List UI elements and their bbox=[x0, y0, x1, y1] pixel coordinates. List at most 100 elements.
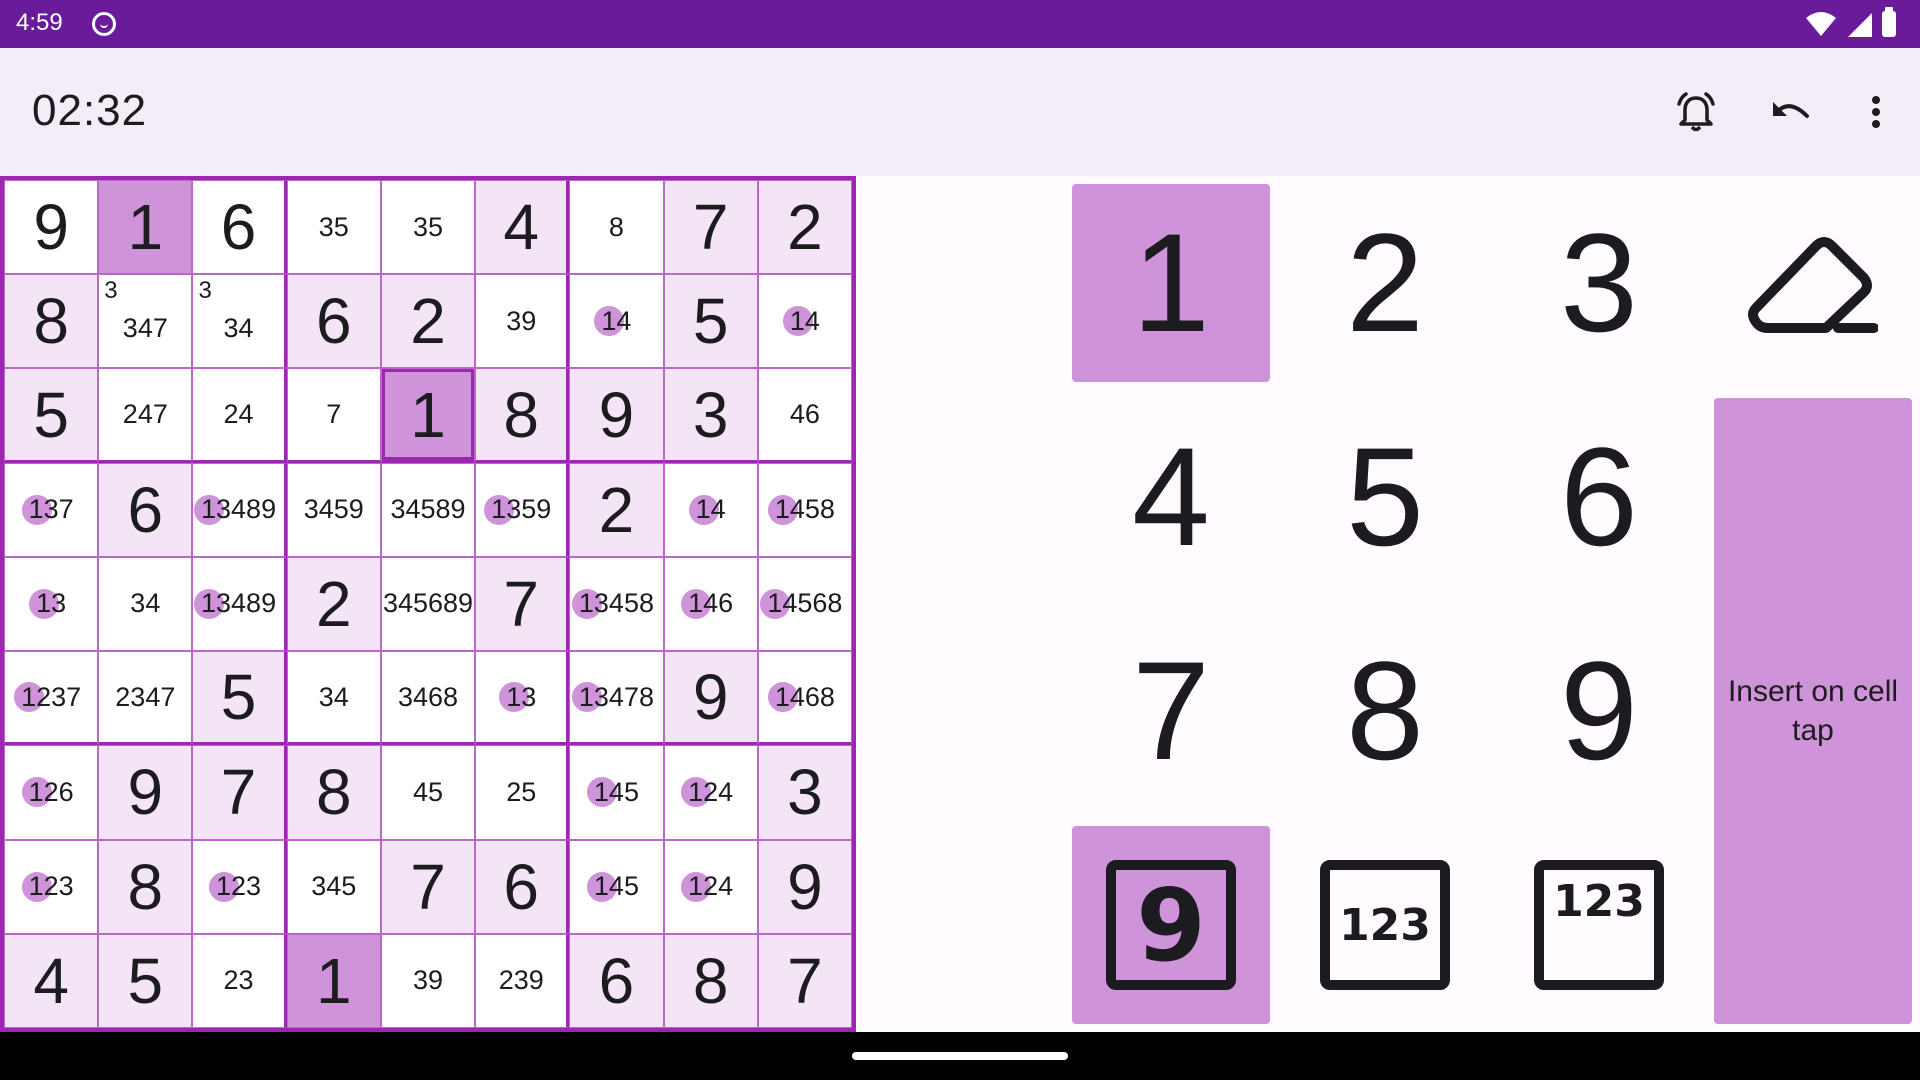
board-cell-r5c5[interactable]: 345689 bbox=[380, 556, 476, 652]
board-cell-r2c6[interactable]: 39 bbox=[475, 274, 570, 369]
board-cell-r3c7[interactable]: 9 bbox=[569, 368, 664, 463]
board-cell-r9c4[interactable]: 1 bbox=[286, 933, 381, 1028]
board-cell-r8c6[interactable]: 6 bbox=[475, 839, 570, 934]
board-cell-r1c2[interactable]: 1 bbox=[98, 180, 193, 275]
board-cell-r4c5[interactable]: 34589 bbox=[380, 462, 476, 557]
board-cell-r8c3[interactable]: 123 bbox=[192, 839, 287, 934]
board-cell-r5c2[interactable]: 34 bbox=[98, 556, 193, 652]
board-cell-r6c5[interactable]: 3468 bbox=[380, 651, 476, 746]
board-cell-r6c8[interactable]: 9 bbox=[663, 651, 758, 746]
board-cell-r7c3[interactable]: 7 bbox=[192, 745, 287, 840]
board-cell-r4c9[interactable]: 1458 bbox=[757, 462, 852, 557]
board-cell-r3c3[interactable]: 24 bbox=[192, 368, 287, 463]
board-cell-r5c9[interactable]: 14568 bbox=[757, 556, 852, 652]
insert-on-cell-tap-button[interactable]: Insert on cell tap bbox=[1714, 398, 1912, 1024]
board-cell-r8c8[interactable]: 124 bbox=[663, 839, 758, 934]
board-cell-r4c7[interactable]: 2 bbox=[569, 462, 664, 557]
board-cell-r7c6[interactable]: 25 bbox=[475, 745, 570, 840]
board-cell-r2c8[interactable]: 5 bbox=[663, 274, 758, 369]
more-options-button[interactable] bbox=[1850, 86, 1902, 138]
board-cell-r1c1[interactable]: 9 bbox=[4, 180, 99, 275]
board-cell-r1c3[interactable]: 6 bbox=[192, 180, 287, 275]
digit-2-button[interactable]: 2 bbox=[1286, 184, 1484, 382]
board-cell-r8c2[interactable]: 8 bbox=[98, 839, 193, 934]
board-cell-r9c2[interactable]: 5 bbox=[98, 933, 193, 1028]
cell-notes-text: 123 bbox=[28, 871, 74, 902]
board-cell-r9c7[interactable]: 6 bbox=[569, 933, 664, 1028]
board-cell-r1c8[interactable]: 7 bbox=[663, 180, 758, 275]
board-cell-r1c6[interactable]: 4 bbox=[475, 180, 570, 275]
digit-9-button[interactable]: 9 bbox=[1500, 612, 1698, 810]
board-cell-r3c9[interactable]: 46 bbox=[757, 368, 852, 463]
board-cell-r8c1[interactable]: 123 bbox=[4, 839, 99, 934]
board-cell-r7c7[interactable]: 145 bbox=[569, 745, 664, 840]
digit-6-button[interactable]: 6 bbox=[1500, 398, 1698, 596]
board-cell-r3c1[interactable]: 5 bbox=[4, 368, 99, 463]
board-cell-r6c4[interactable]: 34 bbox=[286, 651, 381, 746]
board-cell-r4c3[interactable]: 13489 bbox=[192, 462, 287, 557]
board-cell-r1c5[interactable]: 35 bbox=[380, 180, 476, 275]
board-cell-r3c8[interactable]: 3 bbox=[663, 368, 758, 463]
board-cell-r3c6[interactable]: 8 bbox=[475, 368, 570, 463]
board-cell-r4c1[interactable]: 137 bbox=[4, 462, 99, 557]
board-cell-r1c9[interactable]: 2 bbox=[757, 180, 852, 275]
board-cell-r8c5[interactable]: 7 bbox=[380, 839, 476, 934]
board-cell-r6c6[interactable]: 13 bbox=[475, 651, 570, 746]
board-cell-r2c1[interactable]: 8 bbox=[4, 274, 99, 369]
board-cell-r2c5[interactable]: 2 bbox=[380, 274, 476, 369]
board-cell-r7c1[interactable]: 126 bbox=[4, 745, 99, 840]
board-cell-r3c4[interactable]: 7 bbox=[286, 368, 381, 463]
digit-3-button[interactable]: 3 bbox=[1500, 184, 1698, 382]
board-cell-r5c1[interactable]: 13 bbox=[4, 556, 99, 652]
digit-7-button[interactable]: 7 bbox=[1072, 612, 1270, 810]
alarm-button[interactable] bbox=[1670, 86, 1722, 138]
board-cell-r2c2[interactable]: 3 347 bbox=[98, 274, 193, 369]
board-cell-r6c3[interactable]: 5 bbox=[192, 651, 287, 746]
value-mode-button[interactable]: 9 bbox=[1072, 826, 1270, 1024]
board-cell-r7c9[interactable]: 3 bbox=[757, 745, 852, 840]
board-cell-r8c4[interactable]: 345 bbox=[286, 839, 381, 934]
corner-notes-mode-button[interactable]: 123 bbox=[1500, 826, 1698, 1024]
board-cell-r9c5[interactable]: 39 bbox=[380, 933, 476, 1028]
board-cell-r7c8[interactable]: 124 bbox=[663, 745, 758, 840]
board-cell-r4c6[interactable]: 1359 bbox=[475, 462, 570, 557]
board-cell-r9c6[interactable]: 239 bbox=[475, 933, 570, 1028]
board-cell-r6c9[interactable]: 1468 bbox=[757, 651, 852, 746]
board-cell-r5c4[interactable]: 2 bbox=[286, 556, 381, 652]
board-cell-r4c8[interactable]: 14 bbox=[663, 462, 758, 557]
board-cell-r7c5[interactable]: 45 bbox=[380, 745, 476, 840]
board-cell-r7c2[interactable]: 9 bbox=[98, 745, 193, 840]
digit-8-button[interactable]: 8 bbox=[1286, 612, 1484, 810]
board-cell-r4c4[interactable]: 3459 bbox=[286, 462, 381, 557]
digit-4-button[interactable]: 4 bbox=[1072, 398, 1270, 596]
eraser-button[interactable] bbox=[1714, 184, 1912, 382]
board-cell-r5c8[interactable]: 146 bbox=[663, 556, 758, 652]
board-cell-r9c3[interactable]: 23 bbox=[192, 933, 287, 1028]
board-cell-r2c9[interactable]: 14 bbox=[757, 274, 852, 369]
board-cell-r2c7[interactable]: 14 bbox=[569, 274, 664, 369]
board-cell-r8c7[interactable]: 145 bbox=[569, 839, 664, 934]
board-cell-r1c4[interactable]: 35 bbox=[286, 180, 381, 275]
center-notes-mode-button[interactable]: 123 bbox=[1286, 826, 1484, 1024]
board-cell-r7c4[interactable]: 8 bbox=[286, 745, 381, 840]
board-cell-r9c8[interactable]: 8 bbox=[663, 933, 758, 1028]
board-cell-r6c1[interactable]: 1237 bbox=[4, 651, 99, 746]
home-gesture-handle[interactable] bbox=[852, 1052, 1068, 1060]
board-cell-r3c5[interactable]: 1 bbox=[380, 368, 476, 463]
board-cell-r6c7[interactable]: 13478 bbox=[569, 651, 664, 746]
board-cell-r5c3[interactable]: 13489 bbox=[192, 556, 287, 652]
board-cell-r5c7[interactable]: 13458 bbox=[569, 556, 664, 652]
undo-button[interactable] bbox=[1765, 86, 1817, 138]
digit-1-button[interactable]: 1 bbox=[1072, 184, 1270, 382]
board-cell-r8c9[interactable]: 9 bbox=[757, 839, 852, 934]
board-cell-r9c9[interactable]: 7 bbox=[757, 933, 852, 1028]
board-cell-r2c4[interactable]: 6 bbox=[286, 274, 381, 369]
board-cell-r4c2[interactable]: 6 bbox=[98, 462, 193, 557]
board-cell-r5c6[interactable]: 7 bbox=[475, 556, 570, 652]
board-cell-r6c2[interactable]: 2347 bbox=[98, 651, 193, 746]
board-cell-r3c2[interactable]: 247 bbox=[98, 368, 193, 463]
board-cell-r1c7[interactable]: 8 bbox=[569, 180, 664, 275]
digit-5-button[interactable]: 5 bbox=[1286, 398, 1484, 596]
board-cell-r2c3[interactable]: 3 34 bbox=[192, 274, 287, 369]
board-cell-r9c1[interactable]: 4 bbox=[4, 933, 99, 1028]
